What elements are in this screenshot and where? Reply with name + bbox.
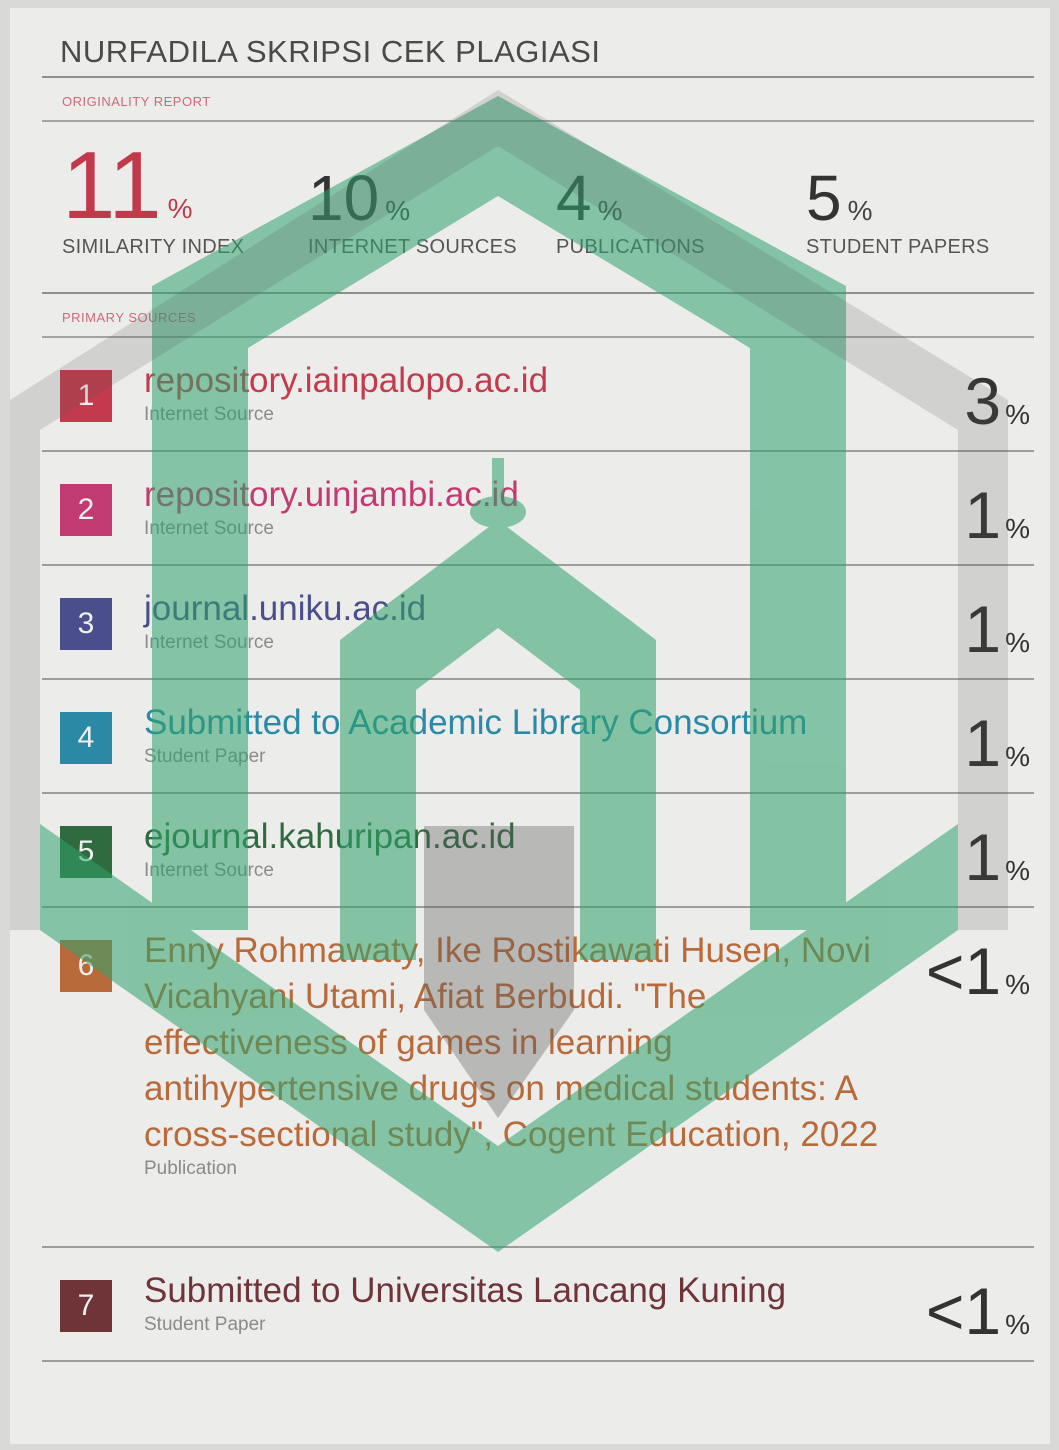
source-percent: 1% [964,824,1030,890]
source-title-text[interactable]: ejournal.kahuripan.ac.id [144,814,516,860]
source-percent-unit: % [1005,513,1030,544]
source-percent: 1% [964,482,1030,548]
source-type: Internet Source [144,518,274,539]
source-type: Publication [144,1158,237,1179]
source-percent-value: 1 [964,478,1002,552]
source-percent-value: 1 [964,706,1002,780]
source-percent-value: <1 [925,1274,1002,1348]
source-rank-badge: 4 [60,712,112,764]
stat-label: SIMILARITY INDEX [62,236,245,258]
source-row-4[interactable]: 4 Submitted to Academic Library Consorti… [42,680,1034,794]
source-rank-badge: 7 [60,1280,112,1332]
originality-divider [42,120,1034,122]
source-type: Internet Source [144,860,274,881]
stat-unit: % [167,193,193,224]
source-percent-value: 1 [964,820,1002,894]
stat-similarity-index: 11% SIMILARITY INDEX [62,138,244,259]
source-title[interactable]: repository.uinjambi.ac.id Internet Sourc… [144,472,519,540]
source-title-text[interactable]: repository.iainpalopo.ac.id [144,358,548,404]
source-title[interactable]: repository.iainpalopo.ac.id Internet Sou… [144,358,548,426]
stat-publications: 4% PUBLICATIONS [556,166,705,259]
originality-report-label: ORIGINALITY REPORT [62,94,211,109]
source-percent: <1% [926,938,1030,1004]
source-percent-unit: % [1005,627,1030,658]
stat-unit: % [847,195,873,226]
source-percent-value: 3 [964,364,1002,438]
source-title[interactable]: Submitted to Academic Library Consortium… [144,700,807,768]
source-rank-badge: 3 [60,598,112,650]
row-divider [42,1360,1034,1362]
source-percent-unit: % [1005,855,1030,886]
source-title-text[interactable]: repository.uinjambi.ac.id [144,472,519,518]
stat-internet-sources: 10% INTERNET SOURCES [308,166,517,259]
stat-unit: % [385,195,411,226]
source-percent-unit: % [1005,741,1030,772]
stat-value: 4 [556,162,592,234]
source-rank-badge: 1 [60,370,112,422]
primary-sources-label: PRIMARY SOURCES [62,310,197,325]
source-rank-badge: 5 [60,826,112,878]
stat-value: 10 [308,162,380,234]
source-percent-unit: % [1005,399,1030,430]
source-row-1[interactable]: 1 repository.iainpalopo.ac.id Internet S… [42,338,1034,452]
document-title: NURFADILA SKRIPSI CEK PLAGIASI [60,34,601,69]
source-title[interactable]: journal.uniku.ac.id Internet Source [144,586,426,654]
source-percent-value: 1 [964,592,1002,666]
source-title[interactable]: Submitted to Universitas Lancang Kuning … [144,1268,786,1336]
source-title-text[interactable]: Enny Rohmawaty, Ike Rostikawati Husen, N… [144,928,904,1158]
source-title-text[interactable]: Submitted to Universitas Lancang Kuning [144,1268,786,1314]
source-title[interactable]: ejournal.kahuripan.ac.id Internet Source [144,814,516,882]
source-rank-badge: 6 [60,940,112,992]
source-title-text[interactable]: journal.uniku.ac.id [144,586,426,632]
stat-label: INTERNET SOURCES [308,236,517,258]
source-type: Internet Source [144,632,274,653]
source-title-text[interactable]: Submitted to Academic Library Consortium [144,700,807,746]
stats-divider [42,292,1034,294]
stat-label: PUBLICATIONS [556,236,705,258]
stat-student-papers: 5% STUDENT PAPERS [806,166,990,259]
source-type: Student Paper [144,746,266,767]
stat-value: 5 [806,162,842,234]
stat-value: 11 [62,132,162,239]
source-percent: <1% [926,1278,1030,1344]
source-type: Internet Source [144,404,274,425]
source-row-3[interactable]: 3 journal.uniku.ac.id Internet Source 1% [42,566,1034,680]
stat-unit: % [597,195,623,226]
source-percent-unit: % [1005,1309,1030,1340]
stat-label: STUDENT PAPERS [806,236,990,258]
source-percent: 1% [964,596,1030,662]
source-percent-unit: % [1005,969,1030,1000]
source-type: Student Paper [144,1314,266,1335]
source-row-7[interactable]: 7 Submitted to Universitas Lancang Kunin… [42,1248,1034,1362]
source-row-5[interactable]: 5 ejournal.kahuripan.ac.id Internet Sour… [42,794,1034,908]
source-percent: 1% [964,710,1030,776]
source-percent: 3% [964,368,1030,434]
source-row-2[interactable]: 2 repository.uinjambi.ac.id Internet Sou… [42,452,1034,566]
title-divider [42,76,1034,78]
source-title[interactable]: Enny Rohmawaty, Ike Rostikawati Husen, N… [144,928,904,1180]
source-row-6[interactable]: 6 Enny Rohmawaty, Ike Rostikawati Husen,… [42,908,1034,1248]
source-rank-badge: 2 [60,484,112,536]
source-percent-value: <1 [925,934,1002,1008]
